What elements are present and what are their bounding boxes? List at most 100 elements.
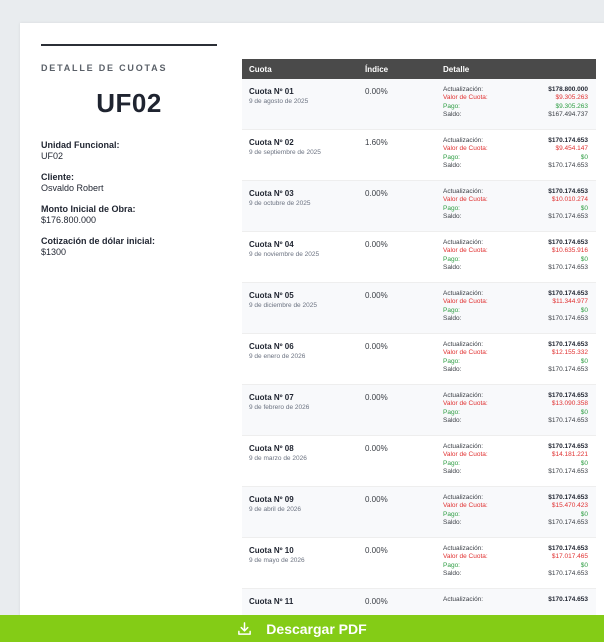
info-value: Osvaldo Robert [41,183,104,193]
cuota-date: 9 de mayo de 2026 [249,557,305,564]
detail-value: $170.174.653 [548,545,588,552]
detalle-cell: Actualización: $170.174.653 Valor de Cuota… [437,538,596,588]
detail-line-saldo: Saldo: $170.174.653 [443,315,588,323]
detail-value: $170.174.653 [548,264,588,272]
indice-cell: 0.00% [365,189,388,198]
cuota-date: 9 de enero de 2026 [249,353,306,360]
detail-value: $170.174.653 [548,162,588,170]
detail-line-actualizacion: Actualización: $170.174.653 [443,137,588,145]
cuota-date: 9 de noviembre de 2025 [249,251,320,258]
indice-cell: 1.60% [365,138,388,147]
table-row: Cuota Nº 08 9 de marzo de 2026 0.00% Actual… [242,436,596,487]
detail-line-saldo: Saldo: $170.174.653 [443,162,588,170]
detail-value: $170.174.653 [548,341,588,348]
cuota-cell: Cuota Nº 10 9 de mayo de 2026 [242,538,359,588]
detail-label: Saldo: [443,162,462,170]
detail-label: Saldo: [443,570,462,578]
detail-label: Valor de Cuota: [443,247,488,255]
detail-line-pago: Pago: $0 [443,256,588,264]
detail-line-pago: Pago: $0 [443,205,588,213]
detail-label: Saldo: [443,111,462,119]
cuota-name: Cuota Nº 04 [249,240,294,249]
detail-value: $170.174.653 [548,315,588,323]
info-cotizacion: Cotización de dólar inicial: $1300 [41,236,217,258]
detail-line-valor: Valor de Cuota: $15.470.423 [443,502,588,510]
detail-value: $0 [580,408,588,416]
cuota-date: 9 de febrero de 2026 [249,404,310,411]
download-pdf-button[interactable]: Descargar PDF [0,615,604,642]
detail-label: Actualización: [443,137,484,144]
info-label: Monto Inicial de Obra: [41,204,136,214]
table-row: Cuota Nº 02 9 de septiembre de 2025 1.60% A… [242,130,596,181]
detail-line-actualizacion: Actualización: $178.800.000 [443,86,588,94]
detail-line-saldo: Saldo: $170.174.653 [443,468,588,476]
detail-value: $167.494.737 [548,111,588,119]
detail-line-actualizacion: Actualización: $170.174.653 [443,545,588,553]
detail-label: Valor de Cuota: [443,400,488,408]
table-row: Cuota Nº 06 9 de enero de 2026 0.00% Actual… [242,334,596,385]
info-value: $176.800.000 [41,215,97,225]
detalle-cell: Actualización: $170.174.653 Valor de Cuota… [437,181,596,231]
cuota-name: Cuota Nº 10 [249,546,294,555]
detalle-cell: Actualización: $170.174.653 Valor de Cuota… [437,130,596,180]
detail-value: $170.174.653 [548,137,588,144]
detalle-cell: Actualización: $170.174.653 Valor de Cuota… [437,436,596,486]
cuota-date: 9 de marzo de 2026 [249,455,307,462]
detail-line-valor: Valor de Cuota: $13.090.358 [443,400,588,408]
detail-value: $170.174.653 [548,188,588,195]
detail-line-pago: Pago: $0 [443,460,588,468]
info-label: Cotización de dólar inicial: [41,236,156,246]
cuota-name: Cuota Nº 05 [249,291,294,300]
unit-summary: DETALLE DE CUOTAS UF02 Unidad Funcional:… [41,23,217,268]
detail-label: Actualización: [443,443,484,450]
indice-cell: 0.00% [365,87,388,96]
detail-label: Saldo: [443,468,462,476]
detail-value: $17.017.465 [551,553,588,561]
detail-label: Pago: [443,204,460,212]
cuota-date: 9 de diciembre de 2025 [249,302,317,309]
table-row: Cuota Nº 05 9 de diciembre de 2025 0.00% Ac… [242,283,596,334]
detail-line-valor: Valor de Cuota: $9.454.147 [443,145,588,153]
detail-value: $170.174.653 [548,494,588,501]
detail-line-actualizacion: Actualización: $170.174.653 [443,341,588,349]
detail-label: Saldo: [443,417,462,425]
detail-label: Pago: [443,510,460,518]
detail-label: Pago: [443,561,460,569]
cuotas-table: Cuota Índice Detalle Cuota Nº 01 9 de ago… [242,59,596,623]
cuota-date: 9 de abril de 2026 [249,506,302,513]
section-title: DETALLE DE CUOTAS [41,63,168,73]
cuota-name: Cuota Nº 02 [249,138,294,147]
detail-label: Valor de Cuota: [443,94,488,102]
detail-value: $10.010.274 [551,196,588,204]
detail-value: $170.174.653 [548,468,588,476]
detail-value: $178.800.000 [548,86,588,93]
detail-label: Valor de Cuota: [443,349,488,357]
detail-line-pago: Pago: $0 [443,562,588,570]
detail-value: $15.470.423 [551,502,588,510]
cuota-name: Cuota Nº 07 [249,393,294,402]
detail-label: Actualización: [443,494,484,501]
detail-line-actualizacion: Actualización: $170.174.653 [443,596,588,604]
cuota-cell: Cuota Nº 09 9 de abril de 2026 [242,487,359,537]
detail-value: $170.174.653 [548,596,588,603]
detail-line-saldo: Saldo: $170.174.653 [443,570,588,578]
detail-label: Actualización: [443,86,484,93]
table-body: Cuota Nº 01 9 de agosto de 2025 0.00% Actua… [242,79,596,623]
info-label: Cliente: [41,172,75,182]
detail-label: Actualización: [443,545,484,552]
detail-line-valor: Valor de Cuota: $17.017.465 [443,553,588,561]
detail-line-saldo: Saldo: $170.174.653 [443,519,588,527]
detail-label: Valor de Cuota: [443,196,488,204]
detail-label: Pago: [443,102,460,110]
detail-line-actualizacion: Actualización: $170.174.653 [443,290,588,298]
cuota-cell: Cuota Nº 05 9 de diciembre de 2025 [242,283,359,333]
detail-value: $9.454.147 [555,145,588,153]
table-row: Cuota Nº 04 9 de noviembre de 2025 0.00% Ac… [242,232,596,283]
detail-line-actualizacion: Actualización: $170.174.653 [443,392,588,400]
detail-label: Saldo: [443,366,462,374]
detail-value: $10.635.916 [551,247,588,255]
header-indice: Índice [365,64,389,74]
detail-line-pago: Pago: $0 [443,511,588,519]
info-value: UF02 [41,151,64,161]
detail-label: Actualización: [443,290,484,297]
